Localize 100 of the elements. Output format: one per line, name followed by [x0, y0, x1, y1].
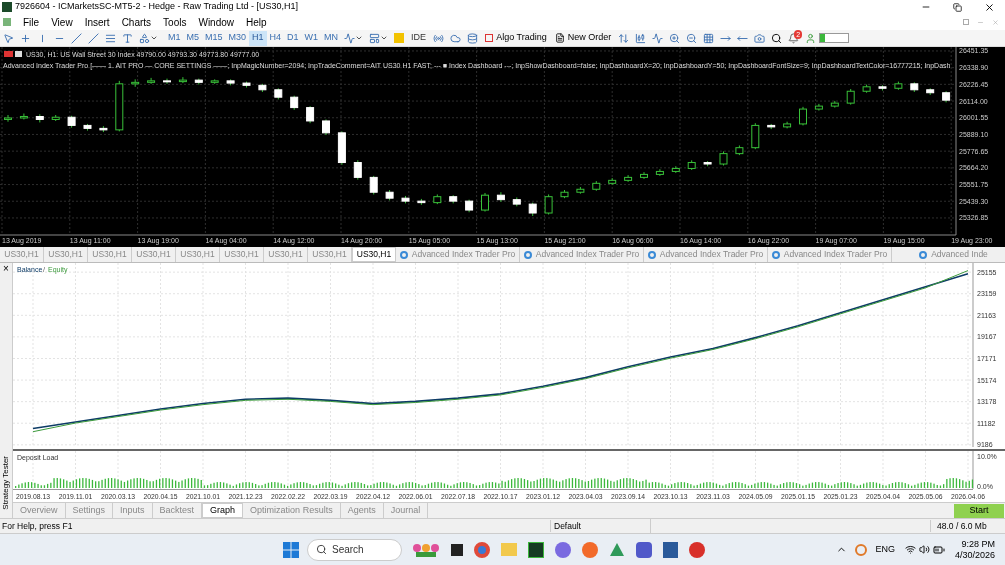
timeframe-button[interactable]: M1 [165, 30, 184, 46]
search-placeholder: Search [332, 543, 364, 557]
candle [942, 90, 951, 103]
tester-tab[interactable]: Graph [202, 503, 244, 518]
timeframe-button[interactable]: M15 [202, 30, 226, 46]
candle [322, 118, 330, 136]
candle [640, 171, 648, 180]
candle [4, 114, 12, 123]
language-indicator[interactable]: ENG [875, 542, 895, 557]
chart-flag-icon [4, 51, 22, 57]
candle [306, 105, 315, 124]
start-button[interactable]: Start [954, 503, 1004, 518]
candle [99, 125, 108, 133]
candle [481, 192, 489, 213]
candle [608, 177, 617, 186]
restore-icon[interactable] [963, 19, 969, 25]
candle [131, 78, 140, 88]
chart-tab[interactable]: US30,H1 [220, 247, 264, 262]
candle [163, 78, 171, 85]
panel-title: Strategy Tester [1, 456, 11, 510]
chart-tab[interactable]: US30,H1 [176, 247, 220, 262]
algo-trading-button[interactable]: Algo Trading [481, 31, 551, 45]
app-icon [2, 2, 12, 12]
chart-tab[interactable]: US30,H1 [352, 247, 396, 262]
search-field[interactable]: Search [307, 538, 402, 561]
timeframe-button[interactable]: M30 [225, 30, 250, 46]
menu-item[interactable]: File [17, 14, 46, 30]
candle [290, 95, 299, 111]
timeframe-button[interactable]: D1 [284, 30, 302, 46]
trend-line-icon[interactable] [68, 30, 85, 46]
candle [449, 194, 458, 204]
battery-icon[interactable] [932, 543, 945, 556]
clock-date[interactable]: 4/30/2026 [954, 549, 995, 561]
menu-item[interactable]: Tools [157, 14, 193, 30]
ide-button[interactable]: IDE [407, 31, 431, 45]
candle [385, 189, 394, 201]
candle [115, 80, 124, 132]
new-order-button[interactable]: New Order [550, 31, 616, 45]
candle [878, 84, 887, 91]
timeframe-button[interactable]: M5 [183, 30, 203, 46]
candle [433, 193, 442, 205]
candle [194, 78, 203, 86]
candle [353, 159, 362, 181]
windows-logo-icon[interactable] [283, 541, 299, 558]
chart-tab[interactable]: Advanced Inde [892, 247, 1005, 262]
candle [258, 83, 267, 93]
status-help-text: For Help, press F1 [1, 519, 74, 533]
candle [576, 186, 585, 195]
menu-item[interactable]: Window [192, 14, 241, 30]
triangle-icon[interactable] [609, 541, 625, 558]
order-icon [554, 33, 565, 43]
candle [926, 87, 935, 96]
candle [624, 174, 633, 183]
candle [51, 114, 60, 122]
chart-tab[interactable]: US30,H1 [0, 247, 44, 262]
candle [544, 193, 553, 215]
expert-icon [523, 250, 532, 259]
candle [465, 199, 474, 213]
wifi-icon[interactable] [904, 544, 916, 555]
search-icon [316, 544, 327, 555]
traffic-status: 48.0 / 6.0 Mb [930, 519, 1005, 533]
candle [862, 84, 871, 94]
candle [767, 123, 776, 130]
candle [67, 115, 76, 129]
candle [592, 180, 601, 192]
clock-time[interactable]: 9:28 PM [961, 538, 995, 550]
chart-tab[interactable]: US30,H1 [132, 247, 176, 262]
candle [512, 196, 521, 207]
timeframe-button[interactable]: H4 [266, 30, 285, 46]
candle [687, 159, 696, 171]
timeframe-button[interactable]: W1 [301, 30, 322, 46]
chart-tab[interactable]: Advanced Index Trader Pro [768, 247, 892, 262]
candle [401, 195, 410, 204]
timeframe-button[interactable]: H1 [249, 30, 267, 46]
connection-meter-icon [819, 33, 850, 43]
chart-tab[interactable]: Advanced Index Trader Pro [520, 247, 644, 262]
chart-tab[interactable]: US30,H1 [88, 247, 132, 262]
candle [560, 189, 569, 199]
candle [178, 76, 187, 84]
candle [210, 78, 219, 85]
close-icon[interactable] [984, 1, 995, 13]
restore-icon[interactable] [953, 2, 962, 12]
candle [35, 113, 44, 123]
chart-tab[interactable]: US30,H1 [44, 247, 88, 262]
candle [369, 175, 378, 195]
chart-tab[interactable]: Advanced Index Trader Pro [396, 247, 520, 262]
volume-icon[interactable] [918, 544, 930, 555]
menu-item[interactable]: Help [240, 14, 273, 30]
menu-item[interactable]: Insert [78, 14, 116, 30]
menu-item[interactable]: Charts [115, 14, 158, 30]
close-button[interactable]: × [3, 263, 9, 275]
chart-tab[interactable]: Advanced Index Trader Pro [644, 247, 768, 262]
candle [19, 113, 28, 120]
candle [83, 123, 92, 132]
menu-item[interactable]: View [45, 14, 79, 30]
chart-tab[interactable]: US30,H1 [264, 247, 308, 262]
candle [814, 103, 823, 112]
candle [735, 144, 744, 156]
flowers-icon[interactable] [412, 541, 440, 558]
timeframe-button[interactable]: MN [321, 30, 342, 46]
